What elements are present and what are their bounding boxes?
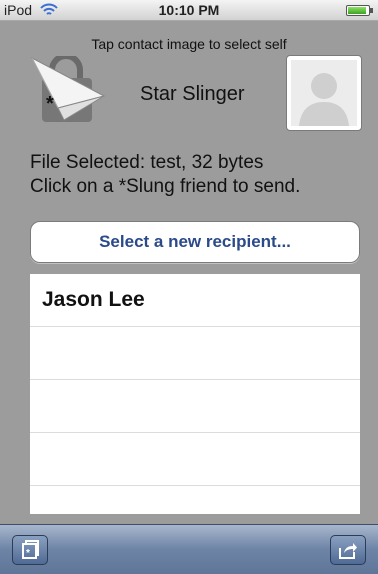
contact-placeholder-icon	[291, 60, 357, 126]
files-button[interactable]: *	[12, 535, 48, 565]
recipient-row[interactable]	[30, 327, 360, 380]
status-time: 10:10 PM	[158, 2, 220, 18]
recipient-row[interactable]	[30, 380, 360, 433]
star-slinger-logo-icon[interactable]: *	[30, 56, 106, 128]
self-name: Star Slinger	[140, 83, 245, 105]
file-selected-text: File Selected: test, 32 bytes	[30, 152, 264, 173]
self-contact-photo[interactable]	[286, 55, 362, 131]
status-bar: iPod 10:10 PM	[0, 0, 378, 21]
send-instruction-text: Click on a *Slung friend to send.	[30, 176, 301, 197]
recipient-row[interactable]: Jason Lee	[30, 274, 360, 327]
select-self-hint: Tap contact image to select self	[91, 36, 287, 52]
svg-text:*: *	[46, 93, 54, 115]
bottom-toolbar: *	[0, 524, 378, 574]
share-button[interactable]	[330, 535, 366, 565]
svg-text:*: *	[26, 548, 30, 559]
battery-icon	[346, 5, 373, 16]
folder-files-icon: *	[22, 540, 39, 559]
recipient-list: Jason Lee	[30, 274, 360, 514]
recipient-row[interactable]	[30, 433, 360, 486]
select-recipient-button[interactable]: Select a new recipient...	[30, 221, 360, 263]
share-export-icon	[339, 543, 357, 559]
